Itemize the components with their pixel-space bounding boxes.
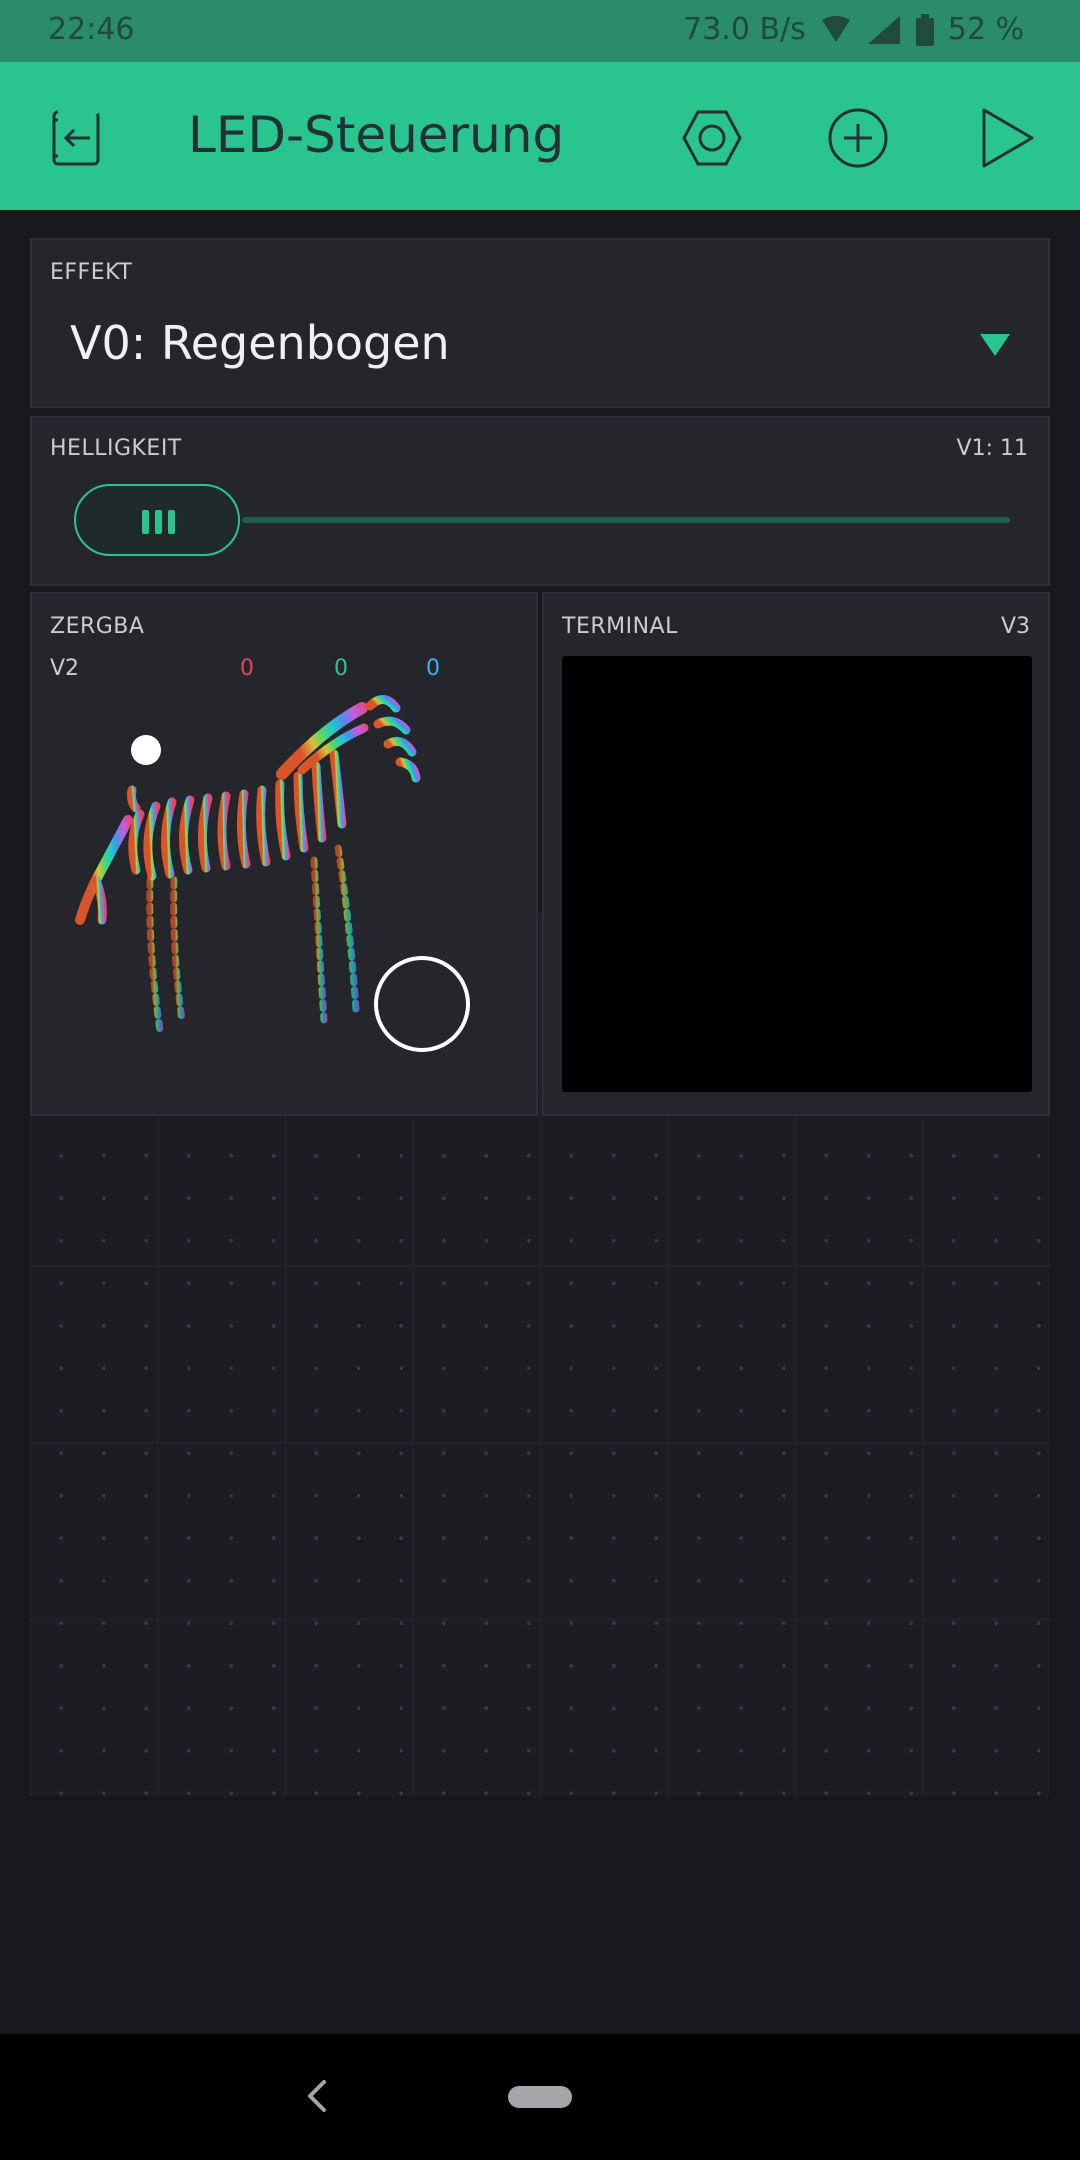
green-value: 0 bbox=[334, 656, 348, 681]
red-value: 0 bbox=[240, 656, 254, 681]
home-button[interactable] bbox=[508, 2086, 572, 2108]
zergba-pin: V2 bbox=[50, 656, 80, 681]
helligkeit-pin-value: V1: 11 bbox=[956, 436, 1028, 461]
network-speed: 73.0 B/s bbox=[683, 12, 806, 47]
navigation-bar bbox=[0, 2034, 1080, 2160]
effekt-selected-value[interactable]: V0: Regenbogen bbox=[70, 316, 450, 370]
dropdown-arrow-icon[interactable] bbox=[980, 334, 1010, 356]
exit-icon[interactable] bbox=[36, 98, 116, 178]
back-icon[interactable] bbox=[298, 2074, 338, 2118]
helligkeit-slider-widget: HELLIGKEIT V1: 11 bbox=[30, 416, 1050, 586]
play-icon[interactable] bbox=[966, 98, 1046, 178]
status-time: 22:46 bbox=[48, 12, 135, 47]
terminal-pin: V3 bbox=[1000, 614, 1030, 639]
signal-icon bbox=[866, 14, 902, 46]
app-bar: LED-Steuerung bbox=[0, 62, 1080, 210]
wifi-icon bbox=[820, 15, 852, 44]
grip-icon bbox=[142, 510, 175, 534]
plus-circle-icon[interactable] bbox=[818, 98, 898, 178]
status-bar: 22:46 73.0 B/s 52 % bbox=[0, 0, 1080, 62]
terminal-widget: TERMINAL V3 bbox=[542, 592, 1050, 1116]
effekt-dropdown[interactable]: EFFEKT V0: Regenbogen bbox=[30, 238, 1050, 408]
zergba-label: ZERGBA bbox=[50, 614, 145, 639]
zergba-widget: ZERGBA V2 0 0 0 bbox=[30, 592, 538, 1116]
slider-track[interactable] bbox=[242, 517, 1010, 523]
terminal-label: TERMINAL bbox=[562, 614, 678, 639]
hexagon-settings-icon[interactable] bbox=[672, 98, 752, 178]
helligkeit-label: HELLIGKEIT bbox=[50, 436, 182, 461]
slider-thumb[interactable] bbox=[74, 484, 240, 556]
terminal-screen[interactable] bbox=[562, 656, 1032, 1092]
app-title: LED-Steuerung bbox=[188, 106, 565, 164]
color-handle-dot bbox=[131, 735, 161, 765]
blue-value: 0 bbox=[426, 656, 440, 681]
battery-percent: 52 % bbox=[947, 12, 1024, 47]
battery-icon bbox=[915, 13, 934, 46]
effekt-label: EFFEKT bbox=[50, 260, 133, 285]
zebra-color-picker[interactable] bbox=[32, 690, 536, 1110]
selection-ring bbox=[374, 956, 470, 1052]
